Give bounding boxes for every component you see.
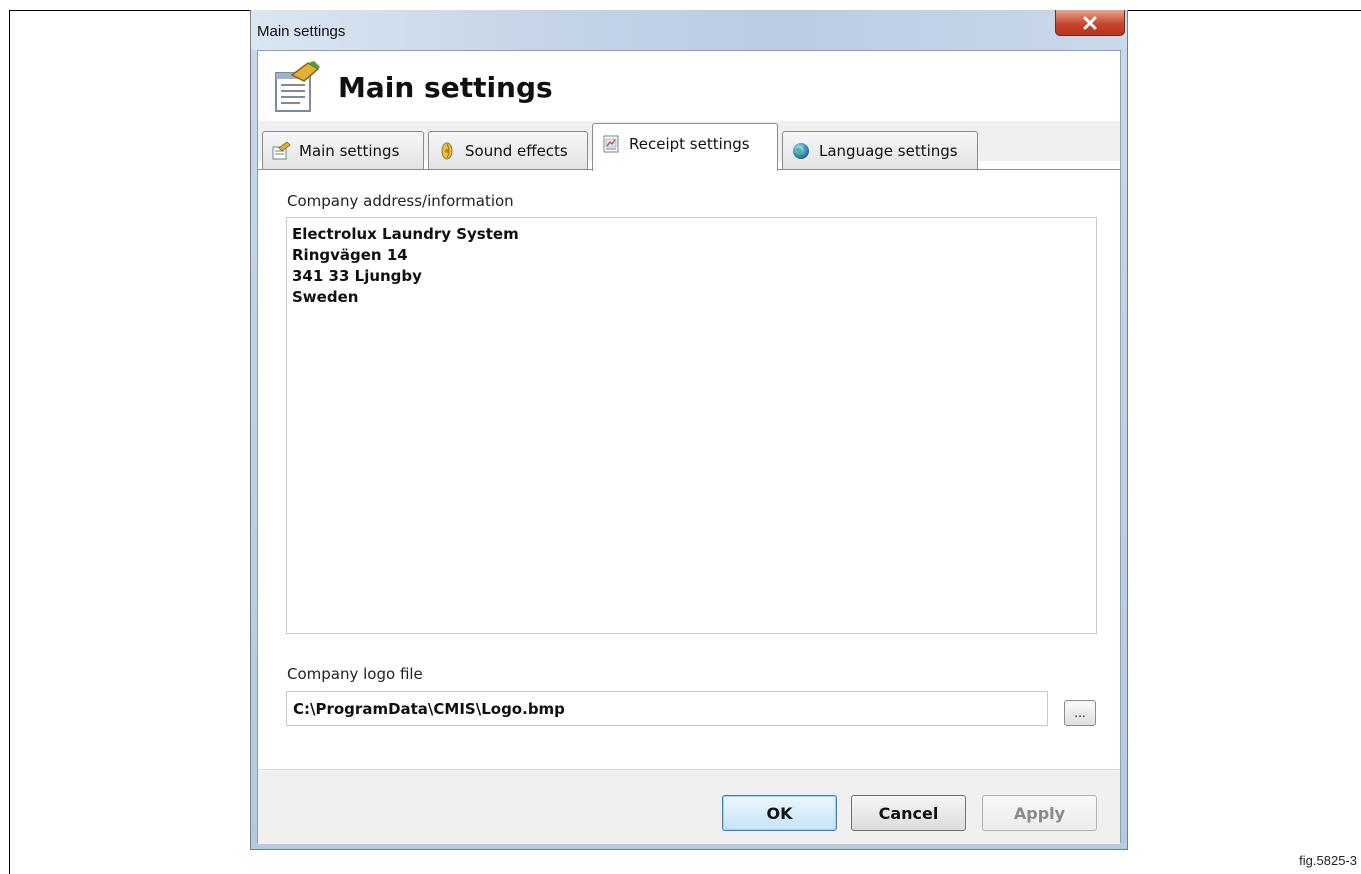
address-line: 341 33 Ljungby [292, 267, 422, 285]
company-address-label: Company address/information [287, 192, 514, 210]
company-address-textarea[interactable]: Electrolux Laundry System Ringvägen 14 3… [286, 217, 1097, 634]
main-settings-dialog: Main settings Main settings Main setting… [250, 10, 1128, 850]
address-line: Ringvägen 14 [292, 246, 408, 264]
address-line: Electrolux Laundry System [292, 225, 519, 243]
title-bar[interactable]: Main settings [251, 10, 1127, 50]
cancel-button[interactable]: Cancel [851, 795, 966, 831]
tab-label: Sound effects [465, 141, 568, 160]
document-settings-icon [275, 61, 320, 112]
close-button[interactable] [1055, 10, 1125, 36]
tab-label: Main settings [299, 141, 400, 160]
tab-label: Receipt settings [629, 134, 750, 153]
tab-sound-effects[interactable]: Sound effects [428, 131, 588, 169]
settings-icon [272, 140, 291, 159]
dialog-client-area: Main settings Main settings Sound effect… [257, 50, 1121, 844]
receipt-settings-panel: Company address/information Electrolux L… [258, 169, 1120, 769]
browse-button[interactable]: ... [1064, 700, 1096, 726]
tab-main-settings[interactable]: Main settings [262, 131, 424, 169]
ok-button[interactable]: OK [722, 795, 837, 831]
address-lines: Electrolux Laundry System Ringvägen 14 3… [287, 218, 1096, 308]
globe-icon [793, 142, 809, 159]
figure-caption: fig.5825-3 [1299, 853, 1357, 868]
apply-button[interactable]: Apply [982, 795, 1097, 831]
tab-receipt-settings[interactable]: Receipt settings [592, 123, 778, 171]
dialog-header: Main settings [258, 51, 1120, 121]
address-line: Sweden [292, 288, 359, 306]
receipt-icon [603, 135, 619, 152]
close-icon [1083, 16, 1097, 29]
figure-frame-left [9, 10, 10, 874]
window-title: Main settings [257, 23, 346, 40]
tab-label: Language settings [819, 141, 958, 160]
tab-strip: Main settings Sound effects Receipt sett… [258, 121, 1120, 171]
company-logo-label: Company logo file [287, 665, 423, 683]
sound-icon [441, 142, 453, 159]
page-title: Main settings [338, 71, 553, 104]
logo-file-path-input[interactable]: C:\ProgramData\CMIS\Logo.bmp [286, 691, 1048, 726]
dialog-footer: OK Cancel Apply [258, 769, 1120, 844]
tab-language-settings[interactable]: Language settings [782, 131, 978, 169]
